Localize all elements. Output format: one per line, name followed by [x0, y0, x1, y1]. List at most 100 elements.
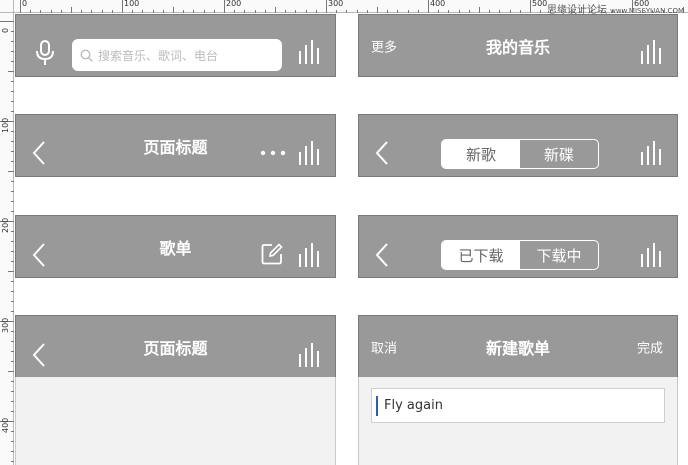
navbar-title: 页面标题 — [16, 316, 335, 377]
equalizer-icon[interactable] — [640, 39, 664, 65]
back-arrow-icon[interactable] — [375, 243, 389, 267]
page-title-more-navbar: 页面标题 — [15, 114, 336, 177]
equalizer-icon[interactable] — [640, 140, 664, 166]
ruler-label: 500 — [532, 0, 548, 8]
search-icon — [80, 48, 93, 62]
ruler-tick — [11, 341, 14, 342]
download-navbar: 已下载 下载中 — [358, 215, 678, 278]
ruler-tick — [11, 31, 14, 32]
segmented-control: 已下载 下载中 — [441, 240, 599, 270]
ruler-tick — [387, 10, 389, 13]
ruler-tick — [417, 10, 419, 13]
ruler-tick — [152, 10, 154, 13]
ruler-tick — [519, 10, 521, 13]
equalizer-icon[interactable] — [298, 39, 322, 65]
tab-new-songs[interactable]: 新歌 — [442, 140, 520, 168]
ruler-tick — [11, 131, 14, 132]
back-arrow-icon[interactable] — [375, 141, 389, 165]
ruler-tick — [11, 461, 14, 462]
new-playlist-content: Fly again — [358, 377, 678, 465]
ruler-tick — [11, 301, 14, 302]
more-button[interactable]: 更多 — [371, 36, 397, 55]
ruler-tick — [11, 151, 14, 152]
ruler-tick — [8, 271, 14, 272]
ruler-tick — [173, 7, 174, 13]
tab-new-albums[interactable]: 新碟 — [520, 140, 598, 168]
ruler-tick — [11, 191, 14, 192]
ruler-label: 0 — [22, 0, 28, 8]
ruler-tick — [50, 10, 52, 13]
ruler-tick — [224, 0, 225, 13]
tab-downloaded[interactable]: 已下载 — [442, 241, 520, 269]
playlist-name-input[interactable]: Fly again — [371, 388, 665, 423]
ruler-tick — [11, 101, 14, 102]
microphone-icon[interactable] — [34, 39, 56, 67]
ruler-tick — [11, 381, 14, 382]
ruler-tick — [11, 141, 14, 142]
done-button[interactable]: 完成 — [637, 337, 663, 356]
ruler-tick — [122, 0, 123, 13]
ruler-tick — [101, 10, 103, 13]
ruler-tick — [11, 291, 14, 292]
ruler-tick — [11, 281, 14, 282]
text-caret — [376, 395, 378, 416]
my-music-navbar: 更多 我的音乐 — [358, 14, 678, 77]
ruler-tick — [234, 10, 236, 13]
ruler-tick — [11, 231, 14, 232]
ruler-label: 400 — [1, 417, 10, 433]
ruler-tick — [366, 10, 368, 13]
equalizer-icon[interactable] — [640, 242, 664, 268]
ruler-tick — [11, 331, 14, 332]
ruler-tick — [111, 10, 113, 13]
new-playlist-title: 新建歌单 — [485, 338, 550, 358]
ruler-tick — [8, 71, 14, 72]
back-arrow-icon[interactable] — [32, 243, 46, 267]
ruler-tick — [162, 10, 164, 13]
ruler-tick — [11, 51, 14, 52]
back-arrow-icon[interactable] — [32, 343, 46, 367]
ruler-tick — [11, 91, 14, 92]
ruler-tick — [11, 61, 14, 62]
tab-downloading[interactable]: 下载中 — [520, 241, 598, 269]
search-input[interactable]: 搜索音乐、歌词、电台 — [72, 39, 282, 71]
ruler-tick — [71, 7, 72, 13]
ruler-tick — [11, 181, 14, 182]
search-navbar: 搜索音乐、歌词、电台 — [15, 14, 336, 77]
ruler-tick — [11, 451, 14, 452]
ruler-tick — [11, 111, 14, 112]
ruler-tick — [193, 10, 195, 13]
more-dots-icon[interactable] — [260, 150, 286, 156]
ruler-tick — [254, 10, 256, 13]
ruler-tick — [509, 10, 511, 13]
ruler-tick — [397, 10, 399, 13]
cancel-button[interactable]: 取消 — [371, 337, 397, 356]
new-songs-navbar: 新歌 新碟 — [358, 114, 678, 177]
equalizer-icon[interactable] — [298, 242, 322, 268]
ruler-tick — [499, 10, 501, 13]
equalizer-icon[interactable] — [298, 342, 322, 368]
vertical-ruler: 0 100 200 300 400 — [0, 0, 14, 465]
ruler-corner — [0, 0, 14, 13]
equalizer-icon[interactable] — [298, 140, 322, 166]
ruler-label: 200 — [1, 217, 10, 233]
ruler-tick — [315, 10, 317, 13]
ruler-tick — [11, 161, 14, 162]
ruler-tick — [428, 0, 429, 13]
ruler-tick — [275, 7, 276, 13]
ruler-tick — [11, 401, 14, 402]
page-content — [15, 377, 336, 465]
ruler-tick — [11, 251, 14, 252]
page-title-navbar: 页面标题 — [15, 315, 336, 378]
ruler-tick — [11, 241, 14, 242]
ruler-tick — [11, 361, 14, 362]
ruler-label: 0 — [1, 27, 10, 33]
ruler-tick — [203, 10, 205, 13]
watermark: 思缘设计论坛 www.MISSYUAN.COM — [547, 1, 684, 16]
ruler-tick — [11, 411, 14, 412]
ruler-tick — [407, 10, 409, 13]
back-arrow-icon[interactable] — [32, 141, 46, 165]
edit-icon[interactable] — [261, 243, 283, 265]
search-placeholder: 搜索音乐、歌词、电台 — [98, 48, 219, 63]
my-music-title: 我的音乐 — [485, 37, 550, 57]
ruler-tick — [8, 371, 14, 372]
